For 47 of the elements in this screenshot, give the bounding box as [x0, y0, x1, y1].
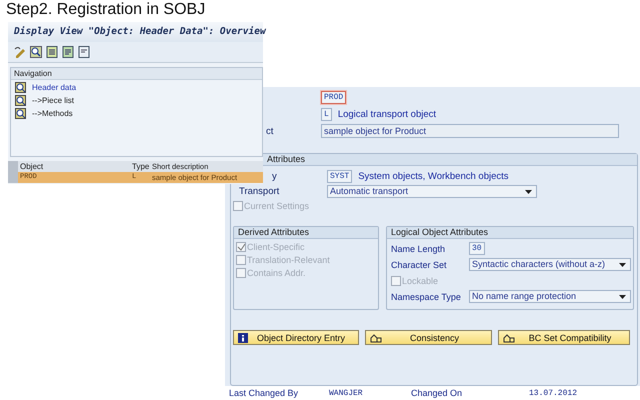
magnifier-icon	[15, 82, 26, 93]
slide-title: Step2. Registration in SOBJ	[6, 1, 206, 19]
field-label: Character Set	[390, 260, 448, 270]
footer-value: 13.07.2012	[529, 388, 578, 398]
magnifier-icon	[15, 108, 26, 119]
navigation-item[interactable]: Header data	[11, 82, 262, 93]
footer-value: WANGJER	[329, 388, 364, 398]
document-icon[interactable]	[62, 46, 74, 58]
checkmark-icon	[237, 243, 245, 252]
document-icon[interactable]	[78, 46, 90, 58]
consistency-icon	[370, 332, 382, 342]
navigation-item[interactable]: -->Methods	[11, 108, 262, 119]
edit-icon[interactable]	[14, 46, 26, 58]
dropdown-arrow-icon	[525, 190, 532, 194]
navigation-item[interactable]: -->Piece list	[11, 95, 262, 106]
code-field[interactable]: PROD	[321, 90, 346, 104]
number-field[interactable]: 30	[469, 242, 485, 255]
dropdown[interactable]: No name range protection	[469, 290, 631, 303]
search-icon[interactable]	[30, 46, 42, 58]
field-label: ct	[265, 126, 274, 136]
dropdown[interactable]: Automatic transport	[327, 184, 537, 198]
document-icon[interactable]	[46, 46, 58, 58]
code-field[interactable]: SYST	[327, 170, 352, 182]
group-title: Attributes	[267, 154, 306, 164]
info-icon	[238, 332, 248, 342]
field-label: Transport	[238, 186, 280, 196]
action-button[interactable]: Object Directory Entry	[233, 330, 359, 345]
dropdown[interactable]: Syntactic characters (without a-z)	[469, 258, 631, 271]
text-field[interactable]: sample object for Product	[321, 124, 619, 138]
action-button[interactable]: Consistency	[365, 330, 492, 345]
column-header: Object	[19, 161, 44, 172]
consistency-icon	[503, 332, 515, 342]
dropdown-arrow-icon	[619, 295, 626, 299]
code-field[interactable]: L	[321, 108, 332, 120]
action-button[interactable]: BC Set Compatibility	[498, 330, 630, 345]
footer-label: Changed On	[411, 388, 464, 398]
dropdown-arrow-icon	[619, 263, 626, 267]
magnifier-icon	[15, 95, 26, 106]
footer-label: Last Changed By	[229, 388, 300, 398]
column-header: Type	[132, 161, 150, 172]
field-label: Name Length	[390, 244, 446, 254]
group-title: Derived Attributes	[234, 227, 378, 239]
panel-title: Navigation	[11, 68, 262, 80]
code-description: System objects, Workbench objects	[358, 170, 509, 182]
group-title: Logical Object Attributes	[387, 227, 633, 239]
code-description: Logical transport object	[338, 108, 436, 120]
field-label: Namespace Type	[390, 292, 462, 302]
